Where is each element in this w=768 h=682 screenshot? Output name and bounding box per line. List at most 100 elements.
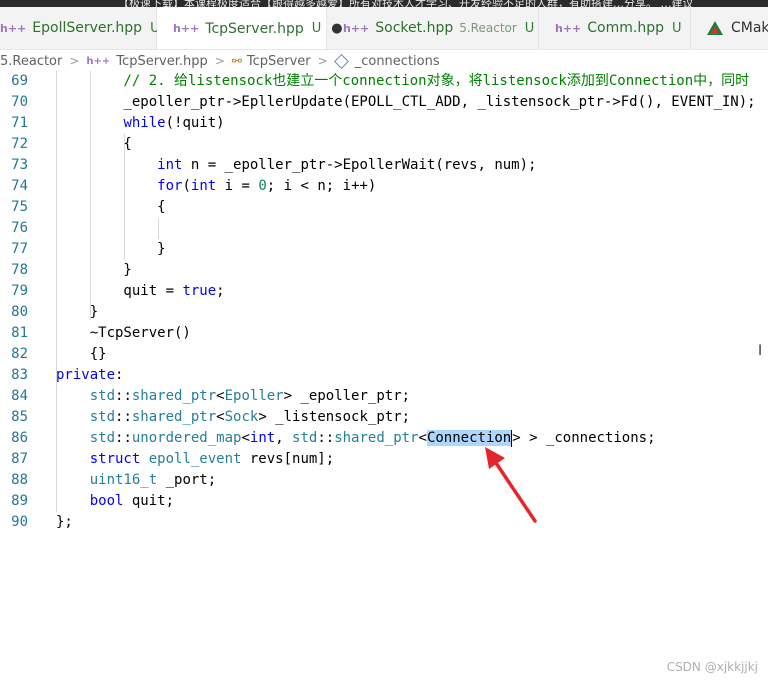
cpp-header-icon: h++ — [555, 21, 582, 35]
code-text: uint16_t _port; — [89, 472, 217, 488]
tab-cmake[interactable]: CMake — [691, 7, 768, 49]
untracked-status: U — [671, 20, 682, 36]
cmake-icon — [707, 21, 723, 35]
tab-label: Socket.hpp — [375, 20, 454, 36]
line-number: 82 — [11, 346, 28, 362]
breadcrumb-class[interactable]: TcpServer — [247, 54, 311, 69]
line-number: 88 — [11, 472, 28, 488]
line-number: 75 — [11, 199, 28, 215]
code-line[interactable]: 79 quit = true; — [0, 281, 768, 302]
code-line[interactable]: 75 { — [0, 197, 768, 218]
cpp-header-icon: h++ — [86, 55, 111, 67]
breadcrumb-separator: > — [214, 54, 225, 68]
line-number: 83 — [11, 367, 28, 383]
line-number: 78 — [11, 262, 28, 278]
code-line[interactable]: 86 std::unordered_map<int, std::shared_p… — [0, 428, 768, 449]
tab-label: Comm.hpp — [587, 20, 664, 36]
cpp-header-icon: h++ — [173, 22, 200, 35]
line-number: 71 — [11, 115, 28, 131]
code-line[interactable]: 76 — [0, 218, 768, 239]
code-line[interactable]: 69 // 2. 给listensock也建立一个connection对象，将l… — [0, 71, 768, 92]
code-editor[interactable]: 69 // 2. 给listensock也建立一个connection对象，将l… — [0, 71, 768, 551]
breadcrumb-separator: > — [69, 54, 80, 68]
cpp-header-icon: h++ — [343, 21, 370, 35]
tab-folder-hint: 5.Reactor — [459, 21, 517, 35]
tab-epollserver[interactable]: h++ EpollServer.hpp U — [0, 7, 160, 49]
line-number: 79 — [11, 283, 28, 299]
tab-label: TcpServer.hpp — [205, 20, 304, 37]
code-text: } — [56, 304, 99, 320]
breadcrumb-separator: > — [317, 54, 328, 68]
breadcrumb: 5.Reactor > h++ TcpServer.hpp > ⚯ TcpSer… — [0, 50, 768, 72]
code-line[interactable]: 87 struct epoll_event revs[num]; — [0, 449, 768, 470]
code-text: {} — [56, 346, 107, 362]
code-line[interactable]: 80 } — [0, 302, 768, 323]
breadcrumb-file[interactable]: TcpServer.hpp — [116, 54, 207, 69]
line-number: 81 — [11, 325, 28, 341]
field-icon — [333, 53, 349, 69]
tab-socket[interactable]: h++ Socket.hpp 5.Reactor U — [327, 7, 539, 49]
untracked-status: U — [524, 20, 535, 36]
code-line[interactable]: 81 ~TcpServer() — [0, 323, 768, 344]
code-text: private: — [56, 367, 124, 383]
code-line[interactable]: 72 { — [0, 134, 768, 155]
code-line[interactable]: 78 } — [0, 260, 768, 281]
line-number: 76 — [11, 220, 28, 236]
line-number: 80 — [11, 304, 28, 320]
code-text: { — [56, 199, 166, 215]
line-number: 86 — [11, 430, 28, 446]
editor-tab-bar: h++ EpollServer.hpp U h++ TcpServer.hpp … — [0, 7, 768, 50]
top-banner-strip: 【极速下载】本课程极度适合【跟得越多越爱】所有对技术人才学习、开发经验不足的人群… — [0, 0, 768, 7]
breadcrumb-member[interactable]: _connections — [355, 54, 440, 69]
csdn-watermark: CSDN @xjkkjjkj — [666, 660, 758, 674]
code-text: int n = _epoller_ptr->EpollerWait(revs, … — [157, 157, 537, 173]
code-text: // 2. 给listensock也建立一个connection对象，将list… — [56, 73, 750, 89]
code-text: std::shared_ptr<Epoller> _epoller_ptr; — [89, 388, 411, 404]
code-line[interactable]: 73 int n = _epoller_ptr->EpollerWait(rev… — [0, 155, 768, 176]
cpp-header-icon: h++ — [0, 21, 27, 35]
tab-comm[interactable]: h++ Comm.hpp U — [539, 7, 691, 49]
code-line[interactable]: 70 _epoller_ptr->EpllerUpdate(EPOLL_CTL_… — [0, 92, 768, 113]
code-line[interactable]: 88 uint16_t _port; — [0, 470, 768, 491]
tab-label: CMake — [731, 20, 768, 36]
line-number: 70 — [11, 94, 28, 110]
code-text: bool quit; — [89, 493, 175, 509]
line-number: 89 — [11, 493, 28, 509]
class-icon: ⚯ — [231, 54, 242, 68]
line-number: 73 — [11, 157, 28, 173]
code-text: for(int i = 0; i < n; i++) — [157, 178, 377, 194]
untracked-status: U — [311, 21, 322, 36]
code-text: std::unordered_map<int, std::shared_ptr<… — [89, 430, 656, 447]
code-line[interactable]: 83 private: — [0, 365, 768, 386]
code-line[interactable]: 90}; — [0, 512, 768, 533]
code-line[interactable]: 74 for(int i = 0; i < n; i++) — [0, 176, 768, 197]
code-line[interactable]: 82 {} — [0, 344, 768, 365]
code-text: ~TcpServer() — [56, 325, 191, 341]
selected-word: Connection — [426, 430, 512, 446]
code-text: std::shared_ptr<Sock> _listensock_ptr; — [89, 409, 411, 425]
line-number: 84 — [11, 388, 28, 404]
code-text: } — [56, 241, 166, 257]
code-line[interactable]: 89 bool quit; — [0, 491, 768, 512]
tab-tcpserver[interactable]: h++ TcpServer.hpp U ● — [157, 7, 343, 49]
line-number: 72 — [11, 136, 28, 152]
code-text: _epoller_ptr->EpllerUpdate(EPOLL_CTL_ADD… — [56, 94, 756, 110]
code-line[interactable]: 71 while(!quit) — [0, 113, 768, 134]
code-text: while(!quit) — [123, 115, 225, 131]
line-number: 74 — [11, 178, 28, 194]
code-text: { — [56, 136, 132, 152]
code-text: quit = true; — [56, 283, 225, 299]
line-number: 90 — [11, 514, 28, 530]
line-number: 85 — [11, 409, 28, 425]
code-line[interactable]: 77 } — [0, 239, 768, 260]
code-line[interactable]: 84 std::shared_ptr<Epoller> _epoller_ptr… — [0, 386, 768, 407]
tab-label: EpollServer.hpp — [32, 20, 143, 36]
code-text: } — [56, 262, 132, 278]
code-text: struct epoll_event revs[num]; — [89, 451, 335, 467]
line-number: 87 — [11, 451, 28, 467]
line-number: 77 — [11, 241, 28, 257]
mouse-ibeam-cursor: I — [758, 343, 763, 359]
line-number: 69 — [11, 73, 28, 89]
breadcrumb-folder[interactable]: 5.Reactor — [0, 54, 62, 69]
code-line[interactable]: 85 std::shared_ptr<Sock> _listensock_ptr… — [0, 407, 768, 428]
